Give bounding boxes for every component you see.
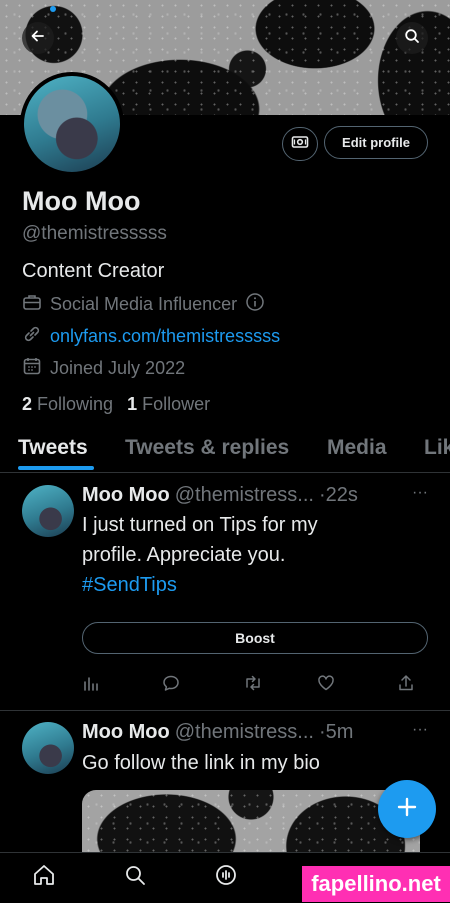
search-icon [404,28,420,49]
follow-stats: 2 Following 1 Follower [22,394,210,415]
joined-date: Joined July 2022 [50,358,186,378]
tweet-avatar[interactable] [22,722,74,774]
spaces-icon[interactable] [214,863,238,892]
money-icon [291,134,309,155]
edit-profile-button[interactable]: Edit profile [324,126,428,159]
tweet-header: Moo Moo @themistress... ·5m [82,721,353,744]
link-icon [22,324,42,349]
profile-category: Social Media Influencer [22,292,265,317]
profile-tabs: Tweets Tweets & replies Media Lik [0,430,450,473]
retweet-icon[interactable] [243,674,263,697]
home-notification-dot [50,6,56,12]
tweet-time: ·22s [318,484,358,506]
tweet-hashtag[interactable]: #SendTips [82,570,422,600]
explore-search-icon[interactable] [123,863,147,892]
calendar-icon [22,356,42,381]
analytics-icon[interactable] [82,674,100,697]
active-tab-indicator [18,466,94,470]
tab-likes[interactable]: Lik [424,436,450,460]
tweet-actions [82,674,415,697]
plus-icon [396,796,418,823]
tweet-text-line: I just turned on Tips for my [82,514,318,536]
following-link[interactable]: 2 Following [22,394,113,415]
tweet-header: Moo Moo @themistress... ·22s [82,484,358,507]
tab-tweets[interactable]: Tweets [18,436,88,460]
back-button[interactable] [22,22,54,54]
profile-name: Moo Moo [22,186,141,216]
compose-tweet-button[interactable] [378,780,436,838]
home-icon[interactable] [32,863,56,892]
tweet-media-image[interactable] [82,790,420,860]
watermark: fapellino.net [302,866,450,902]
profile-link-row: onlyfans.com/themistresssss [22,324,280,349]
reply-icon[interactable] [162,674,180,697]
tab-tweets-and-replies[interactable]: Tweets & replies [125,436,289,460]
tweet-avatar[interactable] [22,485,74,537]
tweet-author-name[interactable]: Moo Moo [82,484,170,507]
more-icon[interactable]: ··· [412,721,428,739]
following-label: Following [37,394,114,414]
arrow-left-icon [30,28,46,49]
followers-count: 1 [127,394,138,414]
tab-media[interactable]: Media [327,436,387,460]
profile-website-link[interactable]: onlyfans.com/themistresssss [50,326,280,347]
tweet-text-line: profile. Appreciate you. [82,544,286,566]
boost-button[interactable]: Boost [82,622,428,654]
tweet-author-handle: @themistress... [174,721,314,743]
briefcase-icon [22,293,42,316]
professional-tools-button[interactable] [282,127,318,161]
followers-link[interactable]: 1 Follower [127,394,210,415]
profile-joined-row: Joined July 2022 [22,356,185,381]
tweet-text: I just turned on Tips for my profile. Ap… [82,510,422,600]
category-label: Social Media Influencer [50,294,238,314]
tweet-author-name[interactable]: Moo Moo [82,721,170,744]
search-button[interactable] [396,22,428,54]
tweet-time: ·5m [318,721,354,743]
more-icon[interactable]: ··· [412,484,428,502]
share-icon[interactable] [397,674,415,697]
info-icon[interactable] [245,292,265,317]
profile-handle: @themistresssss [22,223,167,244]
profile-avatar[interactable] [20,72,124,176]
tweet-text: Go follow the link in my bio [82,752,320,774]
followers-label: Follower [142,394,211,414]
like-icon[interactable] [317,674,335,697]
following-count: 2 [22,394,33,414]
tweet-divider [0,710,450,711]
tweet-author-handle: @themistress... [174,484,314,506]
profile-bio: Content Creator [22,260,165,282]
